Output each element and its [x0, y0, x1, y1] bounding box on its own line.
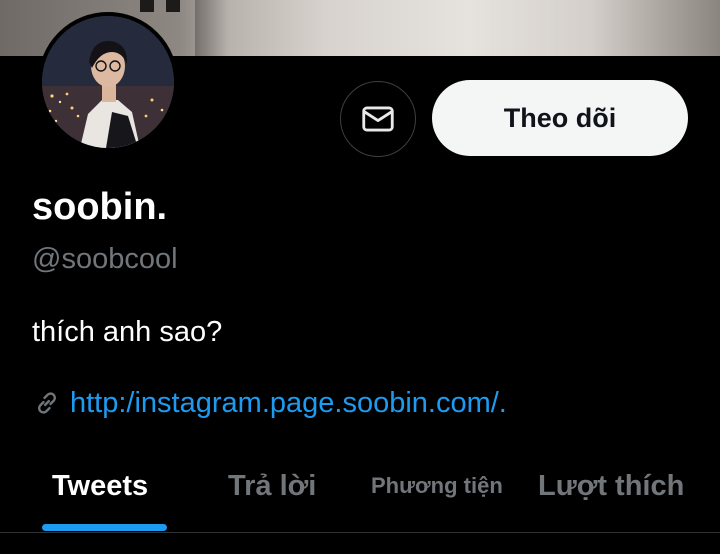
profile-tabs: Tweets Trả lời Phương tiện Lượt thích: [0, 452, 720, 532]
profile-bio: thích anh sao?: [32, 316, 223, 348]
display-name: soobin.: [32, 186, 168, 228]
mail-icon: [362, 106, 394, 132]
banner-shadow: [195, 0, 227, 56]
tab-media[interactable]: Phương tiện: [371, 468, 503, 504]
banner-detail: [166, 0, 180, 12]
tabs-divider: [0, 532, 720, 533]
tab-tweets[interactable]: Tweets: [52, 468, 148, 504]
tab-likes[interactable]: Lượt thích: [538, 468, 684, 504]
banner-detail: [140, 0, 154, 12]
website-link[interactable]: http:/instagram.page.soobin.com/.: [70, 387, 507, 420]
avatar[interactable]: [38, 12, 178, 152]
user-handle: @soobcool: [32, 243, 178, 275]
link-icon: [38, 392, 56, 414]
avatar-image: [42, 16, 174, 148]
profile-website: http:/instagram.page.soobin.com/.: [32, 386, 507, 420]
tab-replies[interactable]: Trả lời: [228, 468, 316, 504]
message-button[interactable]: [340, 81, 416, 157]
follow-button[interactable]: Theo dõi: [432, 80, 688, 156]
active-tab-indicator: [42, 524, 167, 531]
